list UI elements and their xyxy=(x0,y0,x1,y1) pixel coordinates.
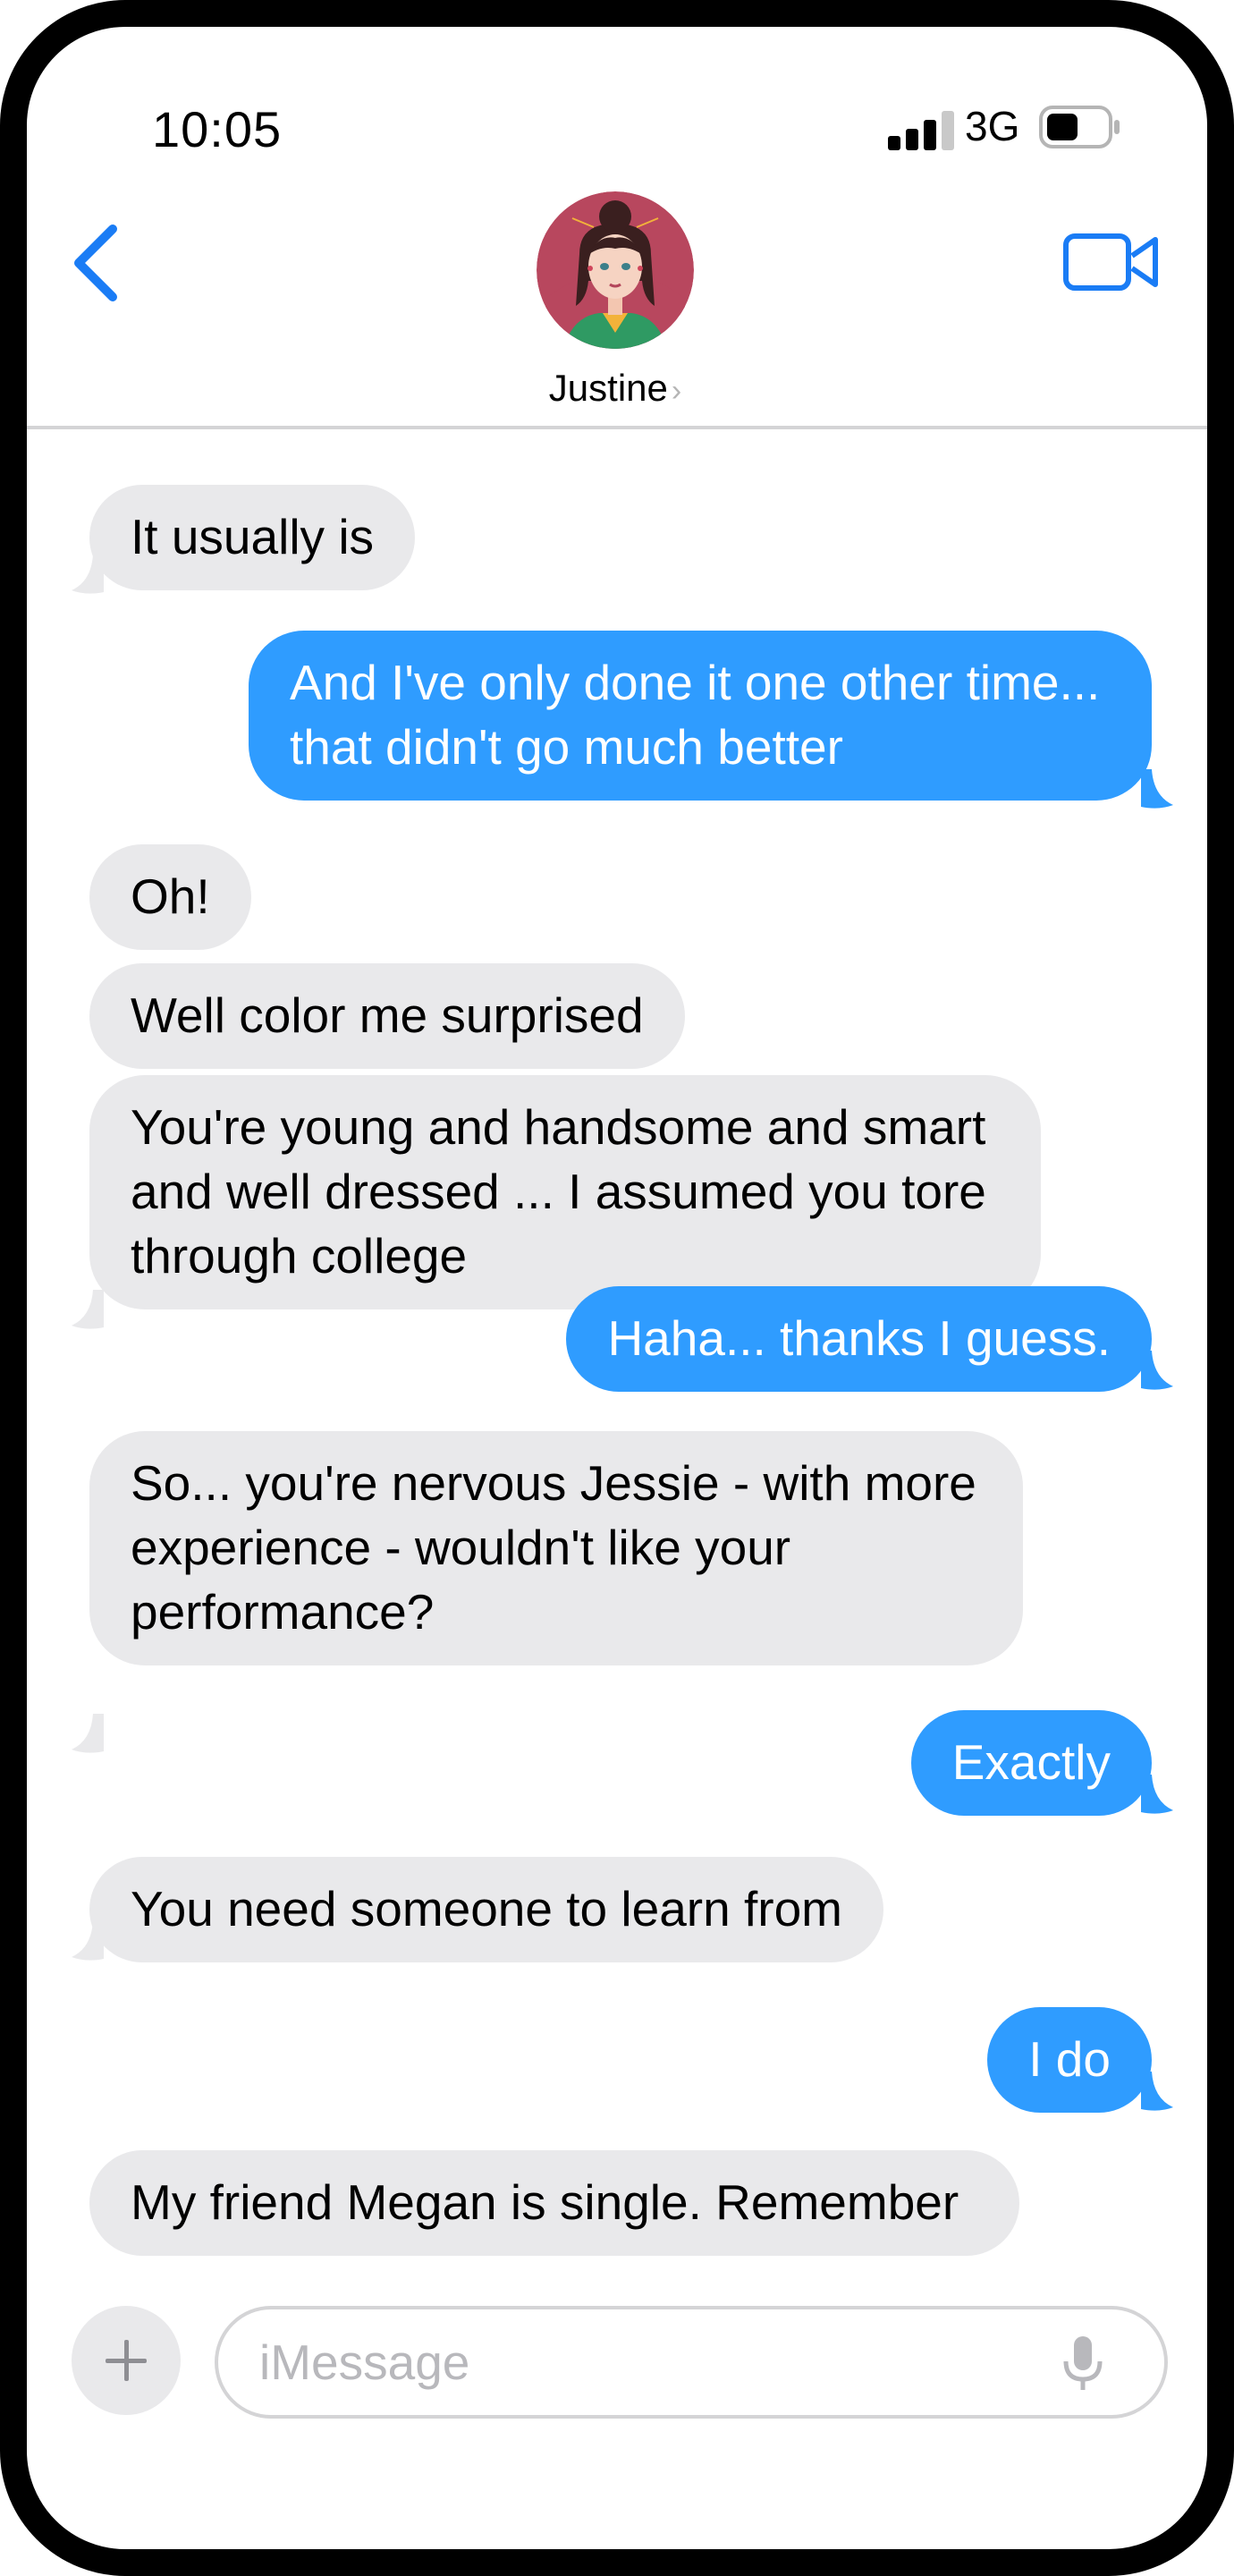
battery-icon xyxy=(1039,106,1120,148)
message-bubble-incoming[interactable]: It usually is xyxy=(89,485,416,590)
bubble-tail xyxy=(1141,1351,1173,1390)
bubble-tail xyxy=(1141,769,1173,809)
message-bubble-incoming[interactable]: You're young and handsome and smart and … xyxy=(89,1075,1041,1309)
video-call-button[interactable] xyxy=(1062,229,1162,295)
bubble-tail xyxy=(72,555,104,594)
message-list[interactable]: It usually is And I've only done it one … xyxy=(27,429,1207,2315)
message-bubble-outgoing[interactable]: Haha... thanks I guess. xyxy=(566,1286,1152,1392)
contact-name: Justine xyxy=(548,367,668,409)
message-bubble-outgoing[interactable]: And I've only done it one other time... … xyxy=(249,631,1152,801)
message-bubble-incoming[interactable]: You need someone to learn from xyxy=(89,1857,883,1962)
message-bubble-outgoing[interactable]: I do xyxy=(987,2007,1152,2113)
message-bubble-incoming[interactable]: Well color me surprised xyxy=(89,963,685,1069)
network-type-label: 3G xyxy=(965,103,1020,149)
status-time: 10:05 xyxy=(152,101,283,157)
bubble-tail xyxy=(72,1714,104,1753)
cellular-signal-icon xyxy=(888,111,954,150)
chevron-right-icon: › xyxy=(671,374,682,408)
bubble-tail xyxy=(1141,2072,1173,2111)
message-bubble-incoming[interactable]: Oh! xyxy=(89,844,251,950)
bubble-tail xyxy=(72,1921,104,1961)
message-bubble-outgoing[interactable]: Exactly xyxy=(910,1710,1152,1816)
message-input[interactable] xyxy=(215,2306,1168,2419)
microphone-icon[interactable] xyxy=(1061,2334,1105,2394)
message-bubble-incoming[interactable]: My friend Megan is single. Remember xyxy=(89,2150,1019,2256)
back-button[interactable] xyxy=(66,218,129,308)
add-attachment-button[interactable] xyxy=(72,2306,181,2415)
message-bubble-incoming[interactable]: So... you're nervous Jessie - with more … xyxy=(89,1431,1023,1665)
bubble-tail xyxy=(1141,1775,1173,1814)
contact-name-button[interactable]: Justine › xyxy=(456,367,774,410)
phone-frame: 10:05 3G Justine › It usually is And I'v… xyxy=(0,0,1234,2576)
contact-avatar[interactable] xyxy=(537,191,694,349)
bubble-tail xyxy=(72,1290,104,1329)
